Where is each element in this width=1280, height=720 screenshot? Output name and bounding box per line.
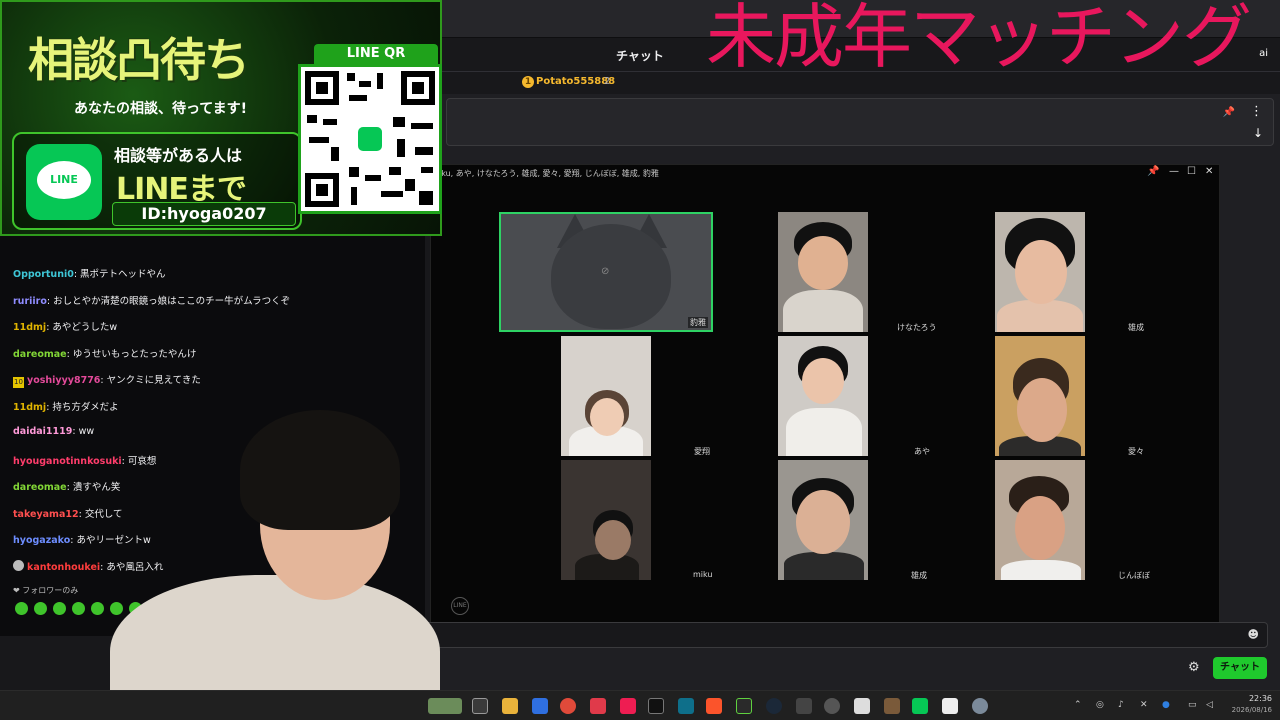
chat-input[interactable]: ☻ (396, 622, 1268, 648)
close-icon[interactable]: ✕ (1205, 166, 1213, 177)
clock-time[interactable]: 22:36 (1238, 694, 1272, 703)
call-titlebar: iku, あや, けなたろう, 雄成, 愛々, 愛翔, じんぼぼ, 雄成, 豹雅… (431, 165, 1221, 181)
file-explorer-icon[interactable] (502, 698, 518, 714)
ad-subheading: あなたの相談、待ってます! (74, 101, 247, 117)
ad-text-line1: 相談等がある人は (114, 146, 243, 165)
pin-icon[interactable]: 📌 (1223, 107, 1235, 118)
app-icon[interactable] (854, 698, 870, 714)
cloud-icon[interactable]: ● (1162, 700, 1170, 710)
pinned-message-box: 📌 ⋮ ↓ (446, 98, 1274, 146)
ad-heading: 相談凸待ち (28, 33, 250, 87)
app-icon[interactable] (590, 698, 606, 714)
task-view-icon[interactable] (472, 698, 488, 714)
leaderboard-count: 2 (604, 76, 611, 87)
chrome-icon[interactable] (560, 698, 576, 714)
app-icon[interactable] (648, 698, 664, 714)
tile-name: 愛々 (1128, 447, 1144, 456)
more-options-icon[interactable]: ⋮ (1250, 104, 1263, 119)
streamer-hair (240, 410, 400, 530)
chat-message: ruriiro: おしとやか清楚の眼鏡っ娘はここのチー牛がムラつくぞ (13, 296, 291, 307)
video-tile-kenataro[interactable] (778, 212, 868, 332)
qr-label: LINE QR (314, 44, 438, 64)
avatar (13, 560, 24, 571)
qr-finder (401, 71, 435, 105)
app-icon[interactable] (678, 698, 694, 714)
qr-finder (305, 173, 339, 207)
tiktok-icon[interactable] (620, 698, 636, 714)
screen: チャット ai 1 Potato555888 2 📌 ⋮ ↓ 未成年マッチング … (0, 0, 1280, 720)
tile-name: miku (693, 570, 713, 579)
line-id: ID:hyoga0207 (112, 202, 296, 226)
network-icon[interactable]: ◎ (1096, 700, 1104, 710)
expand-icon[interactable]: ↓ (1253, 126, 1263, 140)
chat-message: 10 yoshiyyy8776: ヤンクミに見えてきた (13, 375, 201, 388)
close-icon[interactable]: ✕ (1140, 700, 1148, 710)
volume-icon[interactable]: ◁ (1206, 700, 1213, 710)
app-icon[interactable] (942, 698, 958, 714)
tile-name: 雄成 (911, 571, 927, 580)
maximize-icon[interactable]: ☐ (1187, 166, 1196, 177)
video-tile-yusei-2[interactable] (778, 460, 868, 580)
steam-icon[interactable] (766, 698, 782, 714)
minimize-icon[interactable]: — (1169, 166, 1179, 177)
tile-name: 雄成 (1128, 323, 1144, 332)
wifi-icon[interactable]: ▭ (1188, 700, 1197, 710)
emote-picker-icon[interactable]: ☻ (1248, 628, 1259, 641)
cat-video (551, 224, 671, 329)
follower-only-label: ❤ フォロワーのみ (13, 586, 79, 595)
video-tile-jinbobo[interactable] (995, 460, 1085, 580)
tile-name: あや (914, 447, 930, 456)
microphone-icon[interactable]: ♪ (1118, 700, 1124, 710)
line-consultation-ad: 相談凸待ち あなたの相談、待ってます! LINE 相談等がある人は LINEまで… (0, 0, 442, 236)
settings-icon[interactable] (972, 698, 988, 714)
app-icon[interactable] (796, 698, 812, 714)
emote-icon[interactable] (15, 602, 28, 615)
sub-badge: 10 (13, 377, 24, 388)
obs-icon[interactable] (824, 698, 840, 714)
emote-icon[interactable] (34, 602, 47, 615)
video-tile-aito[interactable] (561, 336, 651, 456)
video-tile-miku[interactable] (561, 460, 651, 580)
line-qr-code (298, 64, 442, 214)
line-call-window: iku, あや, けなたろう, 雄成, 愛々, 愛翔, じんぼぼ, 雄成, 豹雅… (430, 164, 1220, 630)
minecraft-icon[interactable] (884, 698, 900, 714)
weather-widget-icon[interactable] (428, 698, 462, 714)
tile-name: けなたろう (897, 323, 937, 332)
app-icon[interactable] (736, 698, 752, 714)
tile-name: じんぼぼ (1118, 571, 1150, 580)
chat-message: 11dmj: あやどうしたw (13, 322, 118, 333)
video-tile-yusei[interactable] (995, 212, 1085, 332)
pin-icon[interactable]: 📌 (1147, 166, 1159, 177)
emote-icon[interactable] (53, 602, 66, 615)
clock-date[interactable]: 2026/08/16 (1222, 706, 1272, 714)
line-logo-text: LINE (37, 161, 91, 199)
send-chat-button[interactable]: チャット (1213, 657, 1267, 679)
video-tile-aya[interactable] (778, 336, 868, 456)
taskbar: ⌃ ◎ ♪ ✕ ● ▭ ◁ 22:36 2026/08/16 (0, 690, 1280, 720)
crown-icon: 1 (522, 76, 534, 88)
ad-contact-box: LINE 相談等がある人は LINEまで ID:hyoga0207 (12, 132, 302, 230)
gear-icon[interactable]: ⚙ (1188, 660, 1200, 675)
camera-off-icon: ⊘ (601, 266, 610, 277)
line-logo-icon: LINE (451, 597, 469, 615)
app-icon[interactable] (532, 698, 548, 714)
overlay-title: 未成年マッチング (706, 0, 1252, 78)
chevron-up-icon[interactable]: ⌃ (1074, 700, 1082, 710)
video-tile-aia[interactable] (995, 336, 1085, 456)
tile-name: 愛翔 (694, 447, 710, 456)
streamer-webcam (70, 400, 440, 720)
user-list-icon[interactable]: ai (1259, 48, 1268, 59)
participants-title: iku, あや, けなたろう, 雄成, 愛々, 愛翔, じんぼぼ, 雄成, 豹雅 (439, 169, 659, 178)
line-app-icon: LINE (26, 144, 102, 220)
line-logo-icon (358, 127, 382, 151)
brave-icon[interactable] (706, 698, 722, 714)
tile-name: 豹雅 (688, 317, 708, 328)
chat-message: Opportuni0: 黒ポテトヘッドやん (13, 269, 166, 280)
line-app-icon[interactable] (912, 698, 928, 714)
qr-finder (305, 71, 339, 105)
chat-message: dareomae: ゆうせいもっとたったやんけ (13, 349, 197, 360)
video-tile-hyoga[interactable]: ⊘ 豹雅 (499, 212, 713, 332)
